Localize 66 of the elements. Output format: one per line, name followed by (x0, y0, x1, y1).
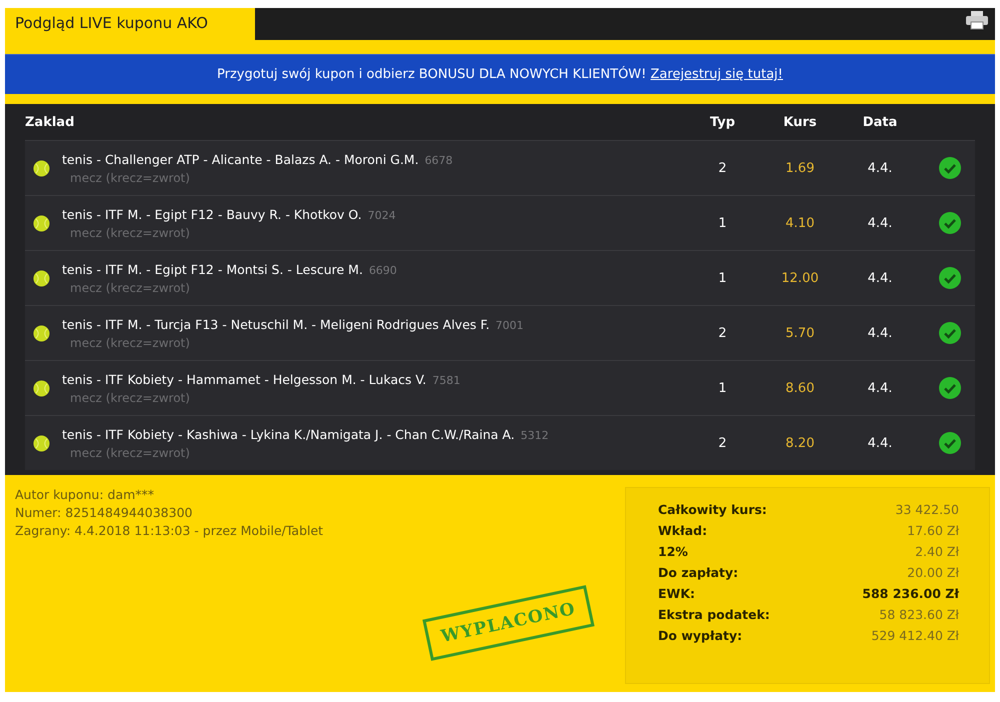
event-name: tenis - ITF Kobiety - Kashiwa - Lykina K./Namigata J. - Chan C.W./Raina A. (62, 426, 515, 442)
column-header: Data (862, 114, 898, 130)
date-value: 4.4. (866, 216, 894, 230)
tennis-ball-icon (33, 324, 50, 342)
event-code: 7001 (496, 318, 524, 332)
bet-type: 1 (717, 380, 728, 396)
event-code: 7581 (432, 374, 460, 386)
date-value: 4.4. (866, 270, 894, 286)
summary-label: Całkowity kurs: (658, 502, 768, 517)
bet-type: 2 (717, 436, 728, 450)
summary-value: 529 412.40 Zł (870, 628, 959, 643)
summary-label: EWK: (658, 586, 696, 601)
tennis-ball-icon (33, 380, 50, 396)
date-value: 4.4. (866, 326, 894, 340)
odds-value: 1.69 (784, 160, 816, 176)
odds-value: 12.00 (780, 270, 820, 286)
tennis-ball-icon (33, 214, 50, 232)
event-name: tenis - ITF M. - Egipt F12 - Bauvy R. - Khotkov O. (62, 206, 362, 222)
event-name: tenis - Challenger ATP - Alicante - Balazs A. - Moroni G.M. (62, 152, 419, 166)
date-value: 4.4. (866, 160, 894, 176)
market-label: mecz (krecz=zwrot) (69, 390, 191, 404)
summary-label: Ekstra podatek: (658, 607, 771, 622)
odds-value: 8.60 (784, 380, 816, 396)
bet-type: 2 (717, 326, 728, 340)
column-header: Zaklad (25, 114, 76, 130)
event-code: 6678 (424, 154, 453, 166)
tennis-ball-icon (33, 434, 50, 452)
bet-type: 2 (717, 160, 728, 176)
date-value: 4.4. (866, 436, 894, 450)
summary-value: 20.00 Zł (906, 565, 959, 580)
summary-label: Do zapłaty: (658, 565, 740, 580)
date-value: 4.4. (866, 380, 894, 396)
column-header: Typ (708, 114, 736, 130)
coupon-info: Autor kuponu: dam*** (15, 487, 156, 502)
summary-label: 12% (658, 544, 689, 559)
printer-icon[interactable] (965, 10, 989, 30)
summary-value: 17.60 Zł (906, 523, 959, 538)
market-label: mecz (krecz=zwrot) (69, 446, 191, 460)
event-name: tenis - ITF M. - Egipt F12 - Montsi S. - Lescure M. (62, 262, 363, 276)
market-label: mecz (krecz=zwrot) (69, 226, 191, 240)
odds-value: 5.70 (784, 326, 816, 340)
promo-text: Przygotuj swój kupon i odbierz BONUSU DLA NOWYCH KLIENTÓW! (217, 67, 646, 82)
event-code: 7024 (368, 208, 396, 222)
event-code: 6690 (368, 264, 397, 276)
coupon-info: Zagrany: 4.4.2018 11:13:03 - przez Mobile/Tablet (15, 523, 324, 538)
bet-type: 1 (717, 216, 728, 230)
coupon-info: Numer: 8251484944038300 (15, 505, 194, 520)
bet-type: 1 (717, 270, 728, 286)
summary-value: 33 422.50 (894, 502, 959, 517)
summary-label: Wkład: (658, 523, 708, 538)
event-code: 5312 (520, 428, 549, 442)
tennis-ball-icon (33, 270, 50, 286)
column-header: Kurs (782, 114, 818, 130)
odds-value: 4.10 (784, 216, 816, 230)
market-label: mecz (krecz=zwrot) (69, 280, 191, 294)
summary-value: 588 236.00 Zł (862, 586, 959, 601)
market-label: mecz (krecz=zwrot) (69, 336, 191, 350)
event-name: tenis - ITF M. - Turcja F13 - Netuschil M. - Meligeni Rodrigues Alves F. (62, 316, 490, 332)
odds-value: 8.20 (784, 436, 816, 450)
summary-value: 58 823.60 Zł (878, 607, 959, 622)
summary-label: Do wypłaty: (658, 628, 744, 643)
summary-value: 2.40 Zł (914, 544, 959, 559)
event-name: tenis - ITF Kobiety - Hammamet - Helgesson M. - Lukacs V. (62, 372, 426, 386)
register-link[interactable]: Zarejestruj się tutaj! (650, 67, 783, 82)
market-label: mecz (krecz=zwrot) (69, 170, 191, 184)
tennis-ball-icon (33, 160, 50, 176)
